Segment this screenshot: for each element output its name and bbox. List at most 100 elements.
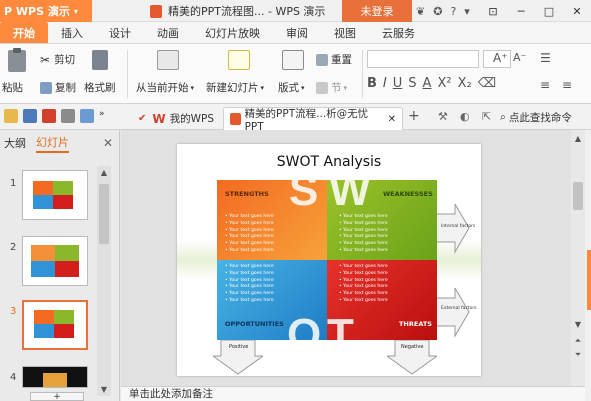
weaknesses-quadrant[interactable]: W WEAKNESSES Your text goes here Your te… <box>327 166 437 260</box>
clear-format-icon[interactable]: ⌫ <box>478 76 496 91</box>
pdf-icon[interactable] <box>42 109 56 123</box>
new-slide-button[interactable]: 新建幻灯片 ▾ <box>206 80 264 95</box>
print-preview-icon[interactable] <box>80 109 94 123</box>
thumb-quad <box>31 261 55 277</box>
command-search[interactable]: ⌕ 点此查找命令 <box>500 107 572 127</box>
layout-label: 版式 <box>278 82 299 94</box>
format-painter-icon[interactable] <box>92 50 108 70</box>
tab-cloud[interactable]: 云服务 <box>369 22 428 43</box>
login-button[interactable]: 未登录 <box>342 0 412 22</box>
paste-button[interactable]: 粘贴 <box>2 80 23 95</box>
tab-my-wps[interactable]: ✔ W 我的WPS <box>132 107 220 130</box>
slide-thumbnail-3[interactable] <box>22 300 88 350</box>
previous-slide-icon[interactable]: ⏶ <box>571 336 585 346</box>
app-menu-button[interactable]: P WPS 演示 ▾ <box>0 0 92 22</box>
tab-review[interactable]: 审阅 <box>273 22 321 43</box>
tool-icon[interactable]: ⇱ <box>482 110 491 123</box>
notes-pane[interactable]: 单击此处添加备注 <box>121 386 585 401</box>
tab-home[interactable]: 开始 <box>0 22 48 43</box>
panel-scrollbar[interactable]: ▲ ▼ <box>97 166 111 396</box>
copy-button[interactable]: 复制 <box>40 80 76 95</box>
strikethrough-icon[interactable]: S <box>408 76 416 91</box>
font-name-select[interactable] <box>367 50 479 68</box>
canvas-scrollbar[interactable]: ▲ ▼ ⏶ ⏷ <box>571 130 585 386</box>
threats-quadrant[interactable]: Your text goes here Your text goes here … <box>327 260 437 359</box>
bold-icon[interactable]: B <box>367 76 377 91</box>
slide[interactable]: SWOT Analysis Internal factors External … <box>177 144 481 376</box>
italic-icon[interactable]: I <box>383 76 387 91</box>
tab-slides[interactable]: 幻灯片 <box>36 134 69 153</box>
tab-design[interactable]: 设计 <box>96 22 144 43</box>
tab-document[interactable]: 精美的PPT流程...析@无忧PPT ✕ <box>223 107 403 133</box>
slide-number: 4 <box>10 372 17 383</box>
new-slide-icon[interactable] <box>228 50 250 70</box>
print-icon[interactable] <box>61 109 75 123</box>
negative-label: Negative <box>401 344 424 350</box>
letter-t: T <box>327 310 354 359</box>
cut-button[interactable]: ✂ 剪切 <box>40 52 75 67</box>
bullet-item: Your text goes here <box>339 264 388 271</box>
play-icon[interactable] <box>157 50 179 70</box>
tab-slideshow[interactable]: 幻灯片放映 <box>192 22 273 43</box>
fullscreen-icon[interactable]: ⊡ <box>479 0 507 22</box>
slide-thumbnail-2[interactable] <box>22 236 88 286</box>
close-button[interactable]: ✕ <box>563 0 591 22</box>
settings-icon[interactable]: ✪ <box>433 5 442 18</box>
underline-icon[interactable]: U <box>393 76 403 91</box>
tool-icon[interactable]: ⚒ <box>438 110 448 123</box>
opportunities-label: OPPORTUNITIES <box>225 320 284 328</box>
tool-icon[interactable]: ◐ <box>460 110 470 123</box>
strengths-quadrant[interactable]: S STRENGTHS Your text goes here Your tex… <box>217 166 327 260</box>
close-panel-icon[interactable]: ✕ <box>103 136 113 150</box>
layout-button[interactable]: 版式 ▾ <box>278 80 305 95</box>
minimize-button[interactable]: ─ <box>507 0 535 22</box>
shrink-font-icon[interactable]: A⁻ <box>513 51 526 64</box>
presentation-icon <box>230 113 241 125</box>
chevron-down-icon: ▾ <box>301 83 305 92</box>
more-commands-icon[interactable]: » <box>99 109 113 123</box>
next-slide-icon[interactable]: ⏷ <box>571 350 585 360</box>
bullet-item: Your text goes here <box>225 241 274 248</box>
save-icon[interactable] <box>23 109 37 123</box>
presentation-icon <box>150 4 162 18</box>
bullet-list-icon[interactable]: ☰ <box>540 51 551 65</box>
scroll-thumb[interactable] <box>573 182 583 210</box>
thumb-quad <box>53 181 73 195</box>
reset-button[interactable]: 重置 <box>316 52 352 67</box>
tab-animation[interactable]: 动画 <box>144 22 192 43</box>
close-tab-icon[interactable]: ✕ <box>388 114 396 125</box>
tab-view[interactable]: 视图 <box>321 22 369 43</box>
grow-font-icon[interactable]: A⁺ <box>493 51 508 65</box>
superscript-icon[interactable]: X² <box>437 76 451 91</box>
paste-icon[interactable] <box>8 48 26 72</box>
layout-icon[interactable] <box>282 50 304 70</box>
slide-thumbnail-1[interactable] <box>22 170 88 220</box>
play-from-current-button[interactable]: 从当前开始 ▾ <box>136 80 194 95</box>
maximize-button[interactable]: □ <box>535 0 563 22</box>
scroll-down-icon[interactable]: ▼ <box>97 385 111 394</box>
scroll-down-icon[interactable]: ▼ <box>571 320 585 329</box>
scroll-up-icon[interactable]: ▲ <box>571 134 585 143</box>
font-color-icon[interactable]: A <box>423 76 432 91</box>
tab-outline[interactable]: 大纲 <box>4 135 26 151</box>
add-slide-button[interactable]: + <box>30 392 84 401</box>
help-icon[interactable]: ? <box>450 5 456 18</box>
more-icon[interactable]: ▾ <box>464 5 470 18</box>
slide-panel: 大纲 幻灯片 ✕ 1 2 3 4 ▲ ▼ + <box>0 130 120 401</box>
opportunities-quadrant[interactable]: Your text goes here Your text goes here … <box>217 260 327 359</box>
new-tab-icon[interactable]: + <box>408 108 420 124</box>
skin-icon[interactable]: ❦ <box>416 5 425 18</box>
scroll-up-icon[interactable]: ▲ <box>97 168 111 177</box>
align-left-icon[interactable]: ≡ <box>540 78 550 92</box>
internal-factors-arrow <box>435 204 470 254</box>
open-folder-icon[interactable] <box>4 109 18 123</box>
section-button[interactable]: 节 ▾ <box>316 80 347 95</box>
tab-insert[interactable]: 插入 <box>48 22 96 43</box>
bullet-item: Your text goes here <box>339 241 388 248</box>
weaknesses-label: WEAKNESSES <box>383 190 433 198</box>
scroll-thumb[interactable] <box>99 184 109 244</box>
align-center-icon[interactable]: ≡ <box>562 78 572 92</box>
slide-thumbnail-4[interactable] <box>22 366 88 388</box>
subscript-icon[interactable]: X₂ <box>458 76 472 91</box>
format-painter-button[interactable]: 格式刷 <box>84 80 116 95</box>
